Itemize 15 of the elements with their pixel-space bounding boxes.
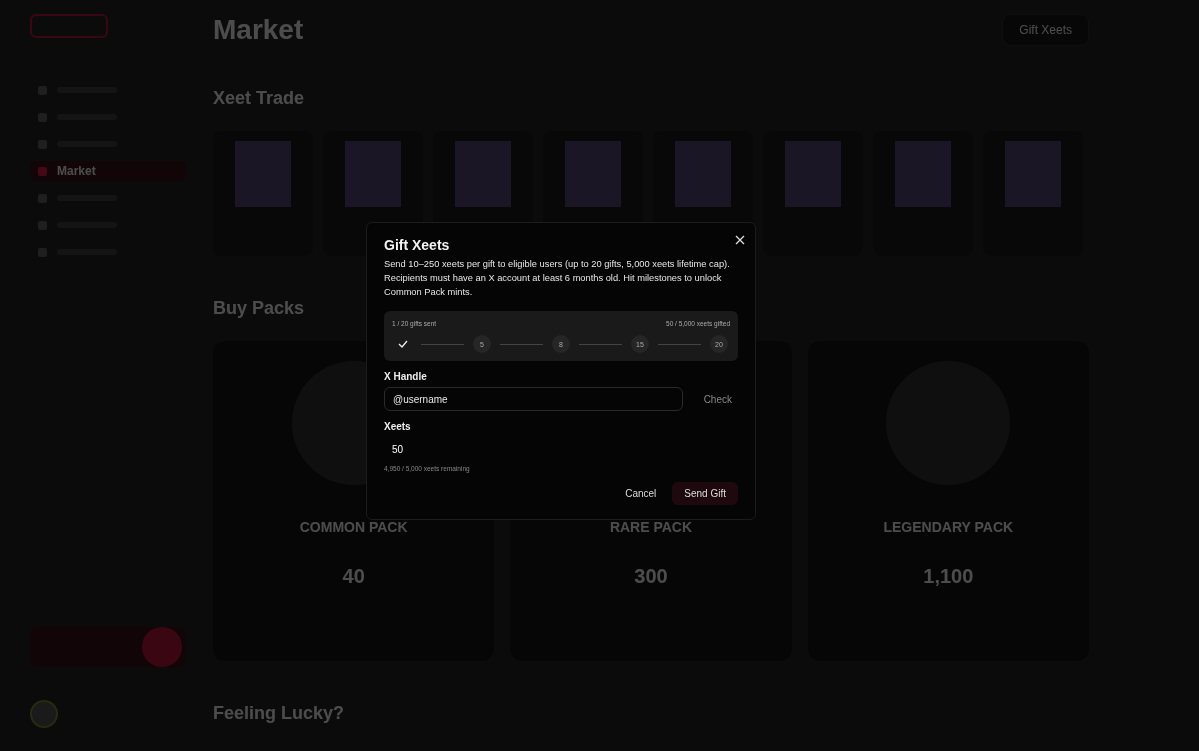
- section-title: Feeling Lucky?: [213, 703, 346, 724]
- logo[interactable]: [30, 14, 108, 38]
- page-title: Market: [213, 14, 304, 46]
- dialog-title: Gift Xeets: [384, 237, 451, 253]
- pack-card: LEGENDARY PACK 1,100: [807, 341, 1089, 661]
- field-label: Xeets: [384, 421, 412, 432]
- section-title: Xeet Trade: [213, 88, 306, 109]
- dialog-description: Send 10–250 xeets per gift to eligible users (up to 20 gifts, 5,000 xeets lifetime cap). Recipients must have an X account at least 6 months old. Hit milestones to unlock Common Pack mints.: [384, 258, 731, 299]
- handle-field[interactable]: @username: [384, 387, 683, 411]
- check-button[interactable]: Check: [683, 392, 738, 406]
- field-label: X Handle: [384, 371, 428, 382]
- cancel-button[interactable]: Cancel: [617, 482, 665, 505]
- send-gift-button[interactable]: Send Gift: [672, 482, 738, 505]
- close-icon[interactable]: [733, 233, 747, 247]
- section-title: Buy Packs: [213, 298, 306, 319]
